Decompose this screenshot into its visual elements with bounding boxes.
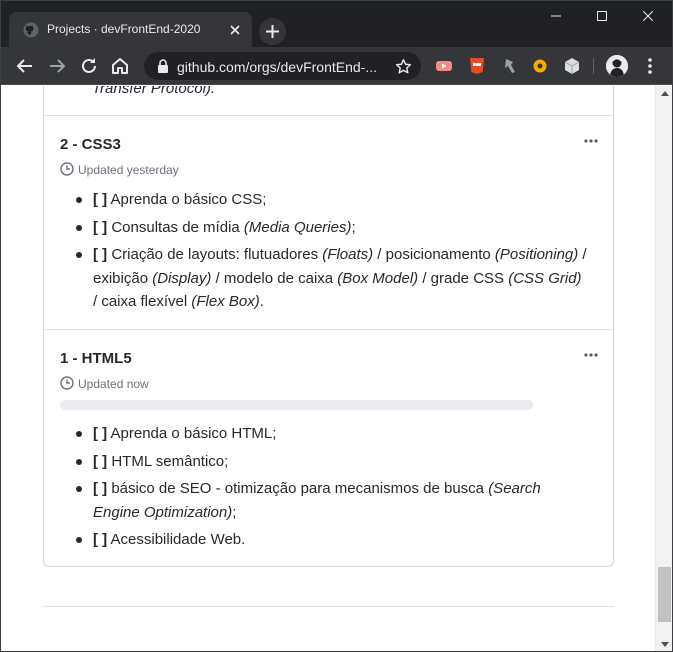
item-text-italic: (Display) <box>152 269 212 287</box>
profile-avatar[interactable] <box>606 55 628 77</box>
loading-placeholder-bar <box>60 400 533 410</box>
maximize-button[interactable] <box>579 0 625 32</box>
checkbox-marker: [ ] <box>93 425 108 442</box>
close-icon[interactable] <box>226 21 244 39</box>
window-close-icon <box>643 11 653 21</box>
url-text[interactable]: github.com/orgs/devFrontEnd-... <box>177 59 377 75</box>
item-text: Aprenda o básico CSS; <box>107 191 267 208</box>
item-text-italic: (Media Queries) <box>243 218 352 236</box>
checklist-item: [ ] Aprenda o básico CSS; <box>44 188 613 212</box>
item-text: / modelo de caixa <box>211 269 338 287</box>
extension-gear-icon[interactable] <box>531 57 549 75</box>
item-text: / grade CSS <box>418 269 509 287</box>
item-text: / caixa flexível <box>93 293 192 310</box>
checkbox-marker: [ ] <box>93 191 108 208</box>
item-text: ; <box>351 218 356 236</box>
back-arrow-icon[interactable] <box>15 56 35 76</box>
previous-note-text: Transfer Protocol). <box>92 86 216 97</box>
item-text-italic: (Box Model) <box>337 269 419 287</box>
minimize-icon <box>551 15 561 17</box>
minimize-button[interactable] <box>533 0 579 32</box>
checklist-item: [ ] básico de SEO - otimização para meca… <box>44 477 613 524</box>
note-title: 2 - CSS3 <box>60 136 121 153</box>
item-text-italic: (CSS Grid) <box>508 269 582 287</box>
checklist: [ ] Aprenda o básico CSS;[ ] Consultas d… <box>44 188 613 318</box>
item-text: Consultas de mídia <box>107 218 244 236</box>
lock-icon[interactable] <box>157 59 169 73</box>
clock-icon <box>60 162 74 176</box>
new-tab-button[interactable] <box>259 18 286 45</box>
address-bar[interactable]: github.com/orgs/devFrontEnd-... <box>144 52 421 80</box>
extension-cube-icon[interactable] <box>563 57 581 75</box>
checkbox-marker: [ ] <box>93 531 108 548</box>
plus-icon <box>266 25 279 38</box>
note-card-css3[interactable]: 2 - CSS3 Updated yesterday [ ] Aprenda o… <box>44 116 613 330</box>
browser-toolbar: github.com/orgs/devFrontEnd-... <box>0 47 673 85</box>
checkbox-marker: [ ] <box>93 246 108 263</box>
item-text: Criação de layouts: flutuadores <box>107 246 323 263</box>
item-text-italic: (Positioning) <box>494 246 579 263</box>
item-text: ; <box>232 503 237 521</box>
checklist: [ ] Aprenda o básico HTML;[ ] HTML semân… <box>44 422 613 556</box>
kebab-menu-icon[interactable] <box>640 56 660 76</box>
checkbox-marker: [ ] <box>93 218 108 236</box>
item-text-italic: (Flex Box) <box>191 293 260 310</box>
clock-icon <box>60 376 74 390</box>
checklist-item: [ ] Acessibilidade Web. <box>44 528 613 552</box>
extension-wrench-icon[interactable] <box>500 57 518 75</box>
github-favicon-icon <box>23 22 39 38</box>
project-column: Transfer Protocol). 2 - CSS3 Updated yes… <box>43 86 614 567</box>
page-viewport: Transfer Protocol). 2 - CSS3 Updated yes… <box>0 86 655 652</box>
star-icon[interactable] <box>395 58 412 75</box>
scrollbar-thumb[interactable] <box>658 567 671 622</box>
note-card-previous[interactable]: Transfer Protocol). <box>44 86 613 116</box>
extension-video-icon[interactable] <box>435 57 453 75</box>
maximize-icon <box>597 11 607 21</box>
avatar-icon <box>606 55 628 77</box>
vertical-scrollbar[interactable] <box>655 86 673 652</box>
checklist-item: [ ] Criação de layouts: flutuadores (Flo… <box>44 243 613 314</box>
scroll-up-arrow-icon[interactable] <box>661 90 669 96</box>
item-text: . <box>259 293 264 310</box>
toolbar-divider <box>593 58 594 74</box>
scroll-down-arrow-icon[interactable] <box>661 642 669 648</box>
browser-tab[interactable]: Projects · devFrontEnd-2020 <box>9 12 252 47</box>
more-options-icon[interactable] <box>583 136 599 146</box>
item-text: Aprenda o básico HTML; <box>107 425 277 442</box>
tab-title: Projects · devFrontEnd-2020 <box>47 22 201 36</box>
note-title: 1 - HTML5 <box>60 350 132 367</box>
note-card-html5[interactable]: 1 - HTML5 Updated now [ ] Aprenda o bási… <box>44 330 613 566</box>
checklist-item: [ ] Aprenda o básico HTML; <box>44 422 613 446</box>
updated-text: Updated yesterday <box>78 163 179 177</box>
item-text: HTML semântico; <box>107 452 229 470</box>
extension-html-icon[interactable] <box>468 57 486 75</box>
item-text: Acessibilidade Web. <box>107 531 246 548</box>
more-options-icon[interactable] <box>583 350 599 360</box>
forward-arrow-icon[interactable] <box>47 56 67 76</box>
checkbox-marker: [ ] <box>93 452 108 470</box>
item-text: básico de SEO - otimização para mecanism… <box>107 480 489 497</box>
home-icon[interactable] <box>110 56 130 76</box>
checklist-item: [ ] HTML semântico; <box>44 450 613 474</box>
updated-text: Updated now <box>78 377 149 391</box>
item-text: / posicionamento <box>373 246 495 263</box>
window-close-button[interactable] <box>625 0 671 32</box>
checkbox-marker: [ ] <box>93 480 108 497</box>
checklist-item: [ ] Consultas de mídia (Media Queries); <box>44 216 613 240</box>
browser-titlebar: Projects · devFrontEnd-2020 <box>0 0 673 47</box>
page-divider <box>43 606 614 607</box>
reload-icon[interactable] <box>79 56 99 76</box>
item-text-italic: (Floats) <box>322 246 374 263</box>
